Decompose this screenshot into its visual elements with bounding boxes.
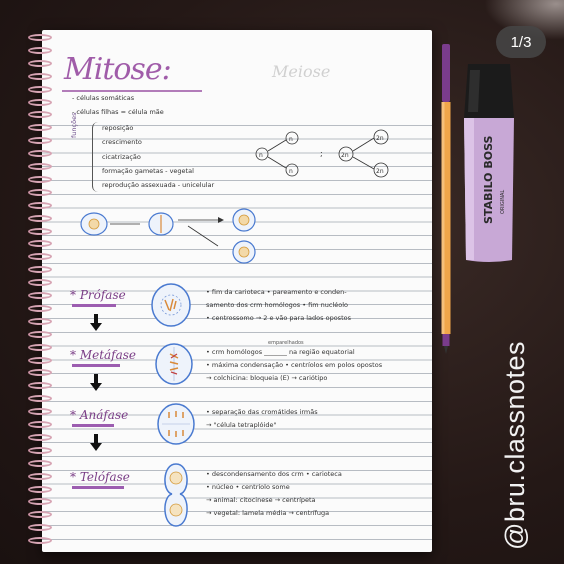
spiral-ring — [28, 227, 52, 235]
phase-title: * Prófase — [70, 288, 126, 302]
phase-note: • núcleo • centríolo some — [206, 483, 290, 491]
spiral-ring — [28, 253, 52, 261]
spiral-ring — [28, 472, 52, 480]
phase-underline — [72, 424, 114, 427]
function-item: reprodução assexuada - unicelular — [102, 181, 215, 190]
phase-note: samento dos crm homólogos • fim nucléolo — [206, 301, 349, 309]
phase-superscript: emparelhados — [268, 340, 304, 346]
spiral-ring — [28, 537, 52, 545]
function-item: cicatrização — [102, 152, 141, 161]
function-item: formação gametas - vegetal — [102, 166, 194, 175]
spiral-ring — [28, 498, 52, 506]
spiral-ring — [28, 511, 52, 519]
phase-note: → colchicina: bloqueia (E) → cariótipo — [206, 374, 328, 382]
phase-underline — [72, 364, 120, 367]
phase-note: → animal: citocinese → centrípeta — [206, 496, 316, 504]
function-item: crescimento — [102, 138, 142, 147]
spiral-ring — [28, 72, 52, 80]
marker-brand: STABILO BOSS — [482, 135, 495, 224]
spiral-ring — [28, 150, 52, 158]
page-title: Mitose: — [64, 52, 172, 87]
spiral-ring — [28, 59, 52, 67]
spiral-ring — [28, 46, 52, 54]
marker-sub: ORIGINAL — [500, 190, 506, 214]
phase-note: • crm homólogos _______ na região equato… — [206, 348, 355, 356]
spiral-ring — [28, 188, 52, 196]
phase-note: • centrossomo → 2 e vão para lados opost… — [206, 314, 351, 322]
spiral-ring — [28, 382, 52, 390]
diagram-label-2n-2: 2n — [376, 135, 384, 142]
spiral-ring — [28, 524, 52, 532]
intro-line-2: - células filhas = célula mãe — [72, 108, 164, 116]
spiral-ring — [28, 343, 52, 351]
phase-underline — [72, 486, 124, 489]
spiral-ring — [28, 98, 52, 106]
diagram-label-n1: n — [259, 152, 263, 159]
telophase-cell — [164, 463, 188, 527]
spiral-ring — [28, 459, 52, 467]
diagram-separator: ; — [320, 149, 323, 158]
intro-line-1: - células somáticas — [72, 94, 135, 102]
phase-underline — [72, 304, 116, 307]
division-diagram: n n n ; 2n 2n 2n — [255, 129, 389, 178]
spiral-ring — [28, 421, 52, 428]
phase-note: → vegetal: lamela média → centrífuga — [206, 509, 330, 517]
phase-title: * Metáfase — [70, 348, 137, 362]
spiral-ring — [28, 356, 52, 364]
diagram-label-2n-1: 2n — [341, 152, 349, 159]
function-item: reposição — [102, 124, 134, 132]
watermark-text: @bru.classnotes — [500, 341, 530, 550]
spiral-ring — [28, 137, 52, 145]
spiral-ring — [28, 85, 52, 93]
anaphase-cell — [157, 403, 195, 445]
spiral-ring — [28, 485, 52, 493]
diagram-label-n2: n — [289, 136, 293, 143]
diagram-label-n3: n — [289, 168, 293, 175]
prophase-cell — [151, 283, 191, 327]
spiral-ring — [28, 175, 52, 183]
metaphase-cell — [155, 343, 193, 385]
ghost-text: Meiose — [272, 62, 331, 81]
spiral-ring — [28, 317, 52, 325]
spiral-ring — [28, 279, 52, 287]
phase-note: → "célula tetraplóide" — [206, 421, 277, 429]
spiral-ring — [28, 330, 52, 338]
spiral-ring — [28, 111, 52, 119]
phase-note: • descondensamento dos crm • carioteca — [206, 470, 342, 478]
spiral-ring — [28, 292, 52, 299]
diagram-label-2n-3: 2n — [376, 168, 384, 175]
phase-title: * Anáfase — [70, 408, 129, 422]
orange-pen — [441, 44, 451, 354]
spiral-ring — [28, 408, 52, 416]
spiral-ring — [28, 266, 52, 274]
phase-note: • máxima condensação • centríolos em pol… — [206, 361, 383, 369]
spiral-ring — [28, 433, 52, 441]
spiral-ring — [28, 163, 52, 170]
functions-label: funções — [70, 112, 78, 138]
spiral-ring — [28, 304, 52, 312]
spiral-ring — [28, 201, 52, 209]
spiral-ring — [28, 214, 52, 222]
spiral-ring — [28, 124, 52, 132]
phase-title: * Telófase — [70, 470, 130, 484]
phase-note: • separação das cromátides irmãs — [206, 408, 318, 416]
phase-note: • fim da carioteca • pareamento e conden… — [206, 288, 347, 296]
spiral-ring — [28, 395, 52, 403]
spiral-ring — [28, 34, 52, 41]
highlighter-marker: STABILO BOSS ORIGINAL — [464, 64, 514, 262]
functions-brace — [92, 122, 101, 192]
spiral-ring — [28, 446, 52, 454]
spiral-binding — [28, 34, 54, 554]
cell-division-sketch — [80, 208, 256, 264]
spiral-ring — [28, 369, 52, 377]
spiral-ring — [28, 240, 52, 248]
title-underline — [62, 90, 202, 92]
page-counter-badge[interactable]: 1/3 — [496, 26, 546, 58]
